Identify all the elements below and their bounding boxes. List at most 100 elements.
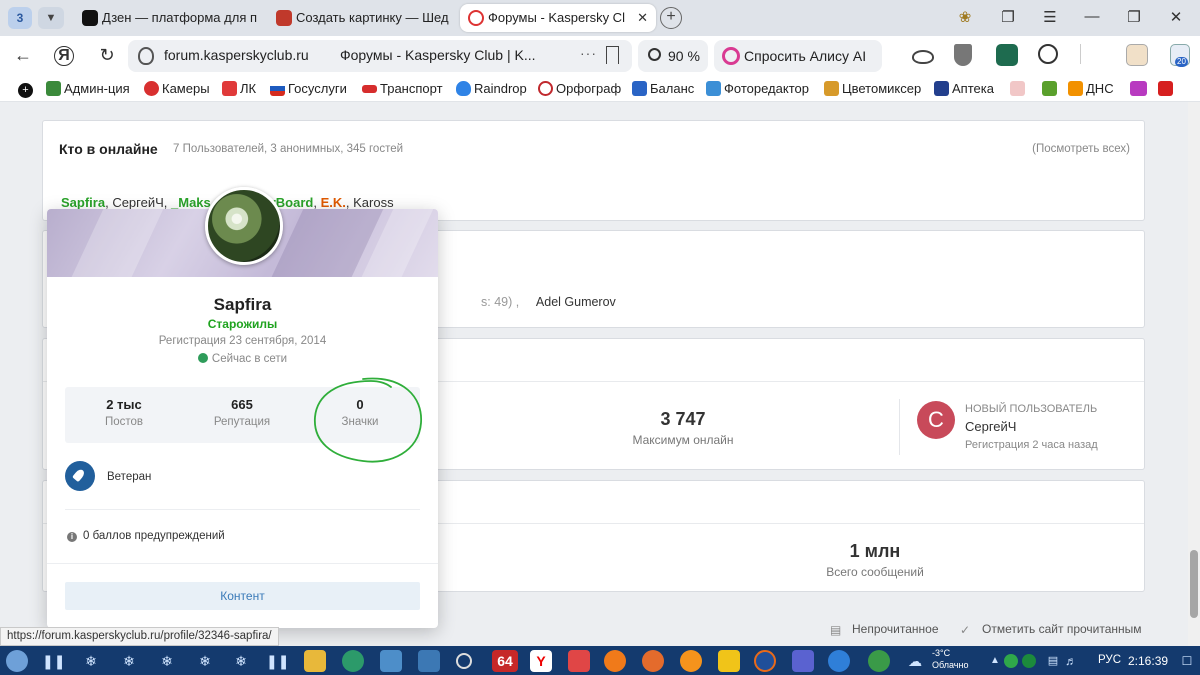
yandex-browser-icon[interactable]: Y [530,650,552,672]
user-link[interactable]: Kaross [353,195,393,210]
bookmarks-add-icon[interactable]: + [18,81,33,98]
bookmark-orfograf[interactable]: Орфограф [538,81,621,96]
bookmark-gosuslugi[interactable]: Госуслуги [270,81,347,96]
weather-temp: -3°C [932,648,951,658]
bookmark-cameras[interactable]: Камеры [144,81,210,96]
hovercard-stat-posts[interactable]: 2 тыс Постов [65,397,183,428]
yandex-logo-icon[interactable]: Я [54,46,74,66]
omnibox-domain[interactable]: forum.kasperskyclub.ru [164,47,309,63]
tab-counter[interactable]: 3 [8,7,32,29]
reload-icon[interactable]: ↻ [96,45,118,66]
bookmark-wb[interactable] [1130,81,1147,99]
close-tab-icon[interactable]: ✕ [637,4,648,32]
user-link[interactable]: E.K. [321,195,346,210]
ring-app-icon[interactable] [456,653,472,669]
tab-label: Дзен — платформа для п [102,10,258,25]
hovercard-stat-reputation[interactable]: 665 Репутация [183,397,301,428]
bookmark-pharmacy[interactable]: Аптека [934,81,994,96]
cat-bookmark-icon [1010,81,1025,96]
snowflake-icon[interactable]: ❄ [230,650,252,672]
chart-app-icon[interactable] [418,650,440,672]
omnibox-page-title[interactable]: Форумы - Kaspersky Club | K... [340,47,560,63]
people-app-icon[interactable] [792,650,814,672]
collections-icon[interactable]: ❐ [998,8,1018,26]
extensions-flower-icon[interactable]: ❀ [955,8,975,26]
content-button[interactable]: Контент [65,582,420,610]
security-extension-icon[interactable] [996,44,1018,66]
bookmark-icon[interactable] [606,46,619,64]
odnoklassniki-icon[interactable] [680,650,702,672]
hovercard-avatar[interactable] [205,187,283,265]
puzzle-app-icon[interactable] [718,650,740,672]
hovercard-name[interactable]: Sapfira [47,295,438,315]
new-tab-plus-icon[interactable]: + [660,7,682,29]
language-indicator[interactable]: РУС [1098,654,1121,666]
snowflake-icon[interactable]: ❄ [194,650,216,672]
bookmark-red[interactable] [1158,81,1173,99]
notifications-extension-icon[interactable]: 20 [1170,44,1190,67]
new-user-avatar[interactable]: С [917,401,955,439]
back-arrow-icon[interactable]: ← [12,45,34,66]
tray-kaspersky-icon[interactable] [1022,654,1036,668]
monitor-app-icon[interactable] [380,650,402,672]
bookmark-lk[interactable]: ЛК [222,81,256,96]
bookmark-cat[interactable] [1010,81,1025,99]
notifications-icon[interactable]: ☐ [1176,650,1198,672]
cloud-icon[interactable] [912,50,934,64]
omnibox[interactable]: forum.kasperskyclub.ru Форумы - Kaspersk… [128,40,632,72]
edge-browser-icon[interactable] [342,650,364,672]
tab-forums-active[interactable]: Форумы - Kaspersky Cl ✕ [460,4,656,32]
unread-link[interactable]: ▤ Непрочитанное [830,622,939,637]
snowflake-icon[interactable]: ❄ [80,650,102,672]
close-window-icon[interactable]: ✕ [1166,8,1186,26]
minimize-icon[interactable]: — [1082,8,1102,25]
mark-read-link[interactable]: ✓ Отметить сайт прочитанным [960,622,1142,637]
new-user-name-link[interactable]: СергейЧ [965,419,1016,434]
menu-icon[interactable]: ☰ [1040,8,1060,26]
profile-extension-icon[interactable] [1126,44,1148,66]
app-64-icon[interactable]: 64 [492,650,518,672]
user-link[interactable]: СергейЧ [112,195,163,210]
sync-app-icon[interactable] [828,650,850,672]
file-explorer-icon[interactable] [304,650,326,672]
taskbar-clock[interactable]: 2:16:39 [1128,654,1168,668]
bookmark-transport[interactable]: Транспорт [362,81,443,96]
page-scrollbar[interactable] [1188,102,1200,646]
birthday-user-link[interactable]: Adel Gumerov [536,295,616,309]
shield-extension-icon[interactable] [954,44,972,66]
scrollbar-thumb[interactable] [1190,550,1198,618]
tab-create-image[interactable]: Создать картинку — Шед [268,4,456,32]
snowflake-icon[interactable]: ❄ [118,650,140,672]
cover-facet [66,209,168,277]
grid-app-icon[interactable] [568,650,590,672]
bookmark-admin[interactable]: Админ-ция [46,81,130,96]
bookmark-dns[interactable]: ДНС [1068,81,1114,96]
globe-app-icon[interactable] [642,650,664,672]
bookmark-balance[interactable]: Баланс [632,81,694,96]
bookmark-green[interactable] [1042,81,1057,99]
tray-green-icon[interactable] [1004,654,1018,668]
cloud-weather-icon[interactable]: ☁ [904,650,926,672]
birthday-age: s: 49) , [481,295,520,309]
alice-orb-icon [722,47,740,65]
bookmark-color-mixer[interactable]: Цветомиксер [824,81,921,96]
bookmark-photo-editor[interactable]: Фоторедактор [706,81,809,96]
alice-button[interactable]: Спросить Алису AI [714,40,882,72]
snowflake-icon[interactable]: ❄ [156,650,178,672]
tab-list-chevron-icon[interactable]: ▼ [38,7,64,29]
start-orb-icon[interactable] [6,650,28,672]
zoom-indicator[interactable]: 90 % [638,40,708,72]
firefox-icon[interactable] [604,650,626,672]
omnibox-more-icon[interactable]: ··· [580,45,597,61]
volume-icon[interactable]: ♬ [1060,650,1082,672]
view-all-link[interactable]: (Посмотреть всех) [1032,143,1130,155]
swirl-app-icon[interactable] [754,650,776,672]
bookmark-raindrop[interactable]: Raindrop [456,81,527,96]
user-link[interactable]: Sapfira [61,195,105,210]
restore-icon[interactable]: ❐ [1124,8,1144,26]
fps-app-icon[interactable] [868,650,890,672]
tab-dzen[interactable]: Дзен — платформа для п [74,4,262,32]
privacy-extension-icon[interactable] [1038,44,1058,64]
tray-arrow-icon[interactable]: ▲ [984,650,1006,672]
site-shield-icon[interactable] [138,47,154,65]
